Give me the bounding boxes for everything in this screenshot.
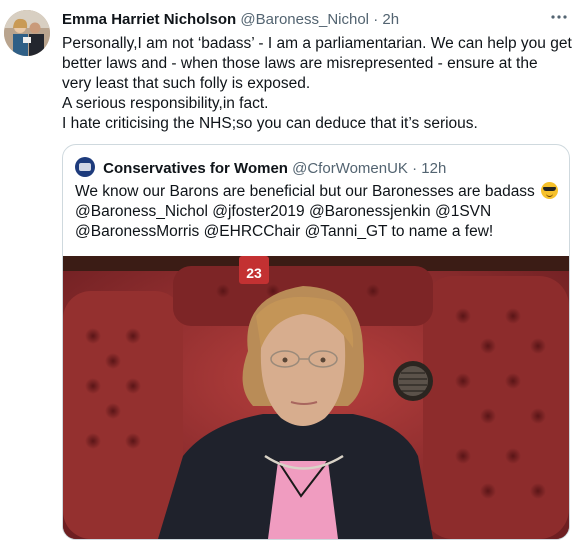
quoted-avatar[interactable]: [75, 157, 95, 177]
tweet-text-line: Personally,I am not ‘badass’ - I am a pa…: [62, 35, 572, 52]
quoted-timestamp[interactable]: 12h: [421, 160, 446, 177]
tweet-text-line: A serious responsibility,in fact.: [62, 95, 269, 112]
author-handle[interactable]: @Baroness_Nichol: [240, 11, 369, 28]
quoted-author-name[interactable]: Conservatives for Women: [103, 160, 288, 177]
tweet-text-line: I hate criticising the NHS;so you can de…: [62, 115, 478, 132]
quoted-author-handle[interactable]: @CforWomenUK: [292, 160, 408, 177]
separator-dot: ·: [412, 160, 418, 177]
quoted-text: We know our Barons are beneficial but ou…: [75, 182, 559, 242]
quoted-photo[interactable]: 23: [63, 256, 569, 539]
author-name[interactable]: Emma Harriet Nicholson: [62, 11, 236, 28]
tweet[interactable]: Emma Harriet Nicholson @Baroness_Nichol …: [0, 0, 584, 541]
avatar-image: [4, 10, 50, 56]
quoted-tweet[interactable]: Conservatives for Women @CforWomenUK · 1…: [62, 144, 570, 540]
seat-number: 23: [246, 265, 262, 281]
tweet-header: Emma Harriet Nicholson @Baroness_Nichol …: [62, 11, 399, 29]
more-icon[interactable]: [548, 6, 570, 28]
tweet-text-line: better laws and - when those laws are mi…: [62, 55, 538, 72]
quoted-text-line: @Baroness_Nichol @jfoster2019 @Baronessj…: [75, 203, 492, 220]
tweet-text: Personally,I am not ‘badass’ - I am a pa…: [62, 34, 572, 134]
tweet-text-line: very least that such folly is exposed.: [62, 75, 311, 92]
separator-dot: ·: [373, 11, 379, 28]
tweet-timestamp[interactable]: 2h: [382, 11, 399, 28]
sunglasses-emoji-icon: [541, 182, 559, 199]
author-avatar[interactable]: [4, 10, 50, 56]
quoted-text-line: @BaronessMorris @EHRCChair @Tanni_GT to …: [75, 223, 494, 240]
quoted-text-line: We know our Barons are beneficial but ou…: [75, 183, 535, 200]
quoted-header: Conservatives for Women @CforWomenUK · 1…: [75, 157, 446, 178]
